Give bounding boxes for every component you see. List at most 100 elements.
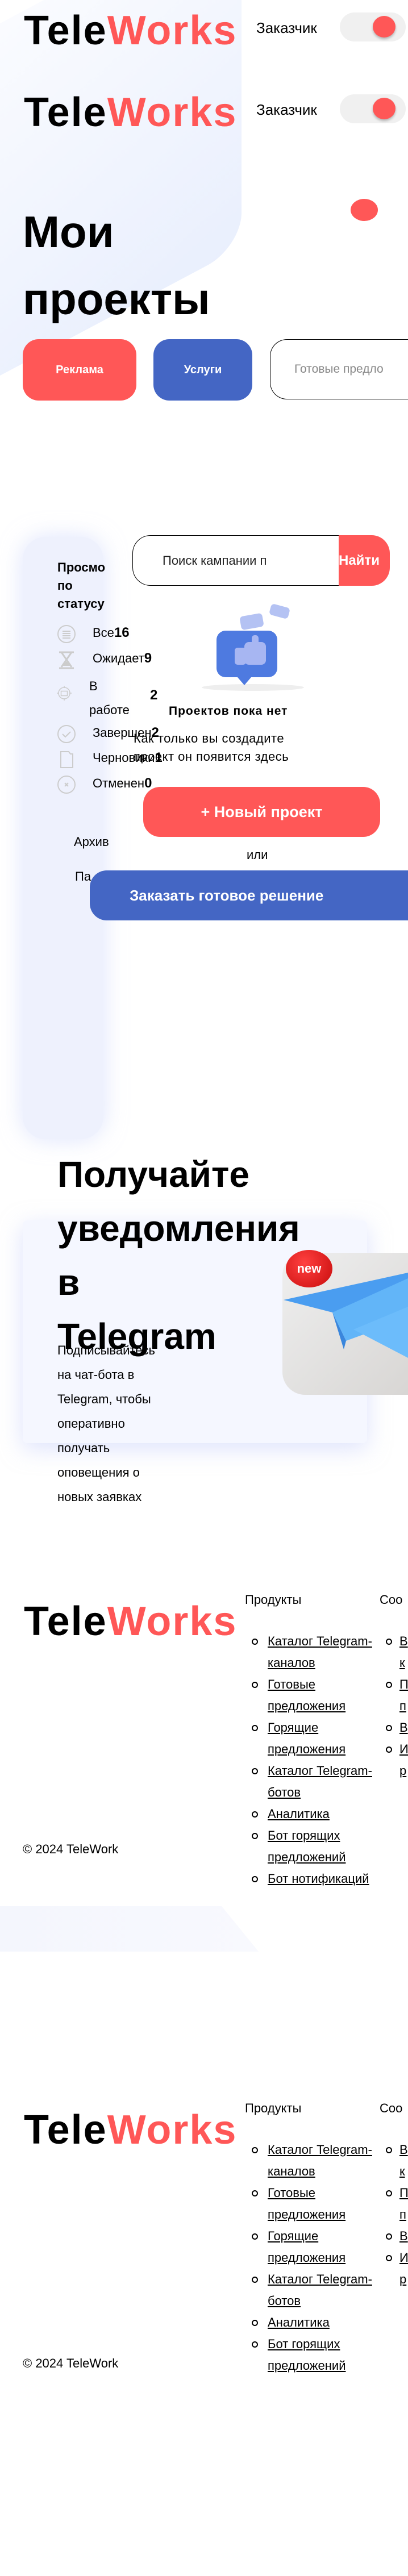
logo[interactable]: TeleWorks (24, 10, 237, 51)
text-line: Подписывайтесь (57, 1343, 155, 1357)
footer-link[interactable]: Бот горящих предложений (268, 1828, 346, 1864)
logo-part2: Works (107, 90, 238, 135)
tab-services[interactable]: Услуги (153, 339, 252, 401)
empty-state-text-line: Как только вы создадите (134, 731, 285, 745)
footer-link[interactable]: п (399, 2207, 406, 2221)
footer-link[interactable]: И (399, 2250, 408, 2265)
empty-state-title: Проектов пока нет (169, 705, 288, 718)
footer-link[interactable]: В (399, 1720, 408, 1735)
status-label: В (89, 679, 98, 693)
logo[interactable]: TeleWorks (24, 92, 237, 133)
footer-logo[interactable]: TeleWorks (24, 2110, 237, 2150)
status-label: Ожидает (93, 651, 144, 665)
status-item-waiting[interactable]: Ожидает9 (93, 651, 152, 666)
footer-link[interactable]: П (399, 2186, 408, 2200)
sidebar-title-line: Просмо (57, 560, 106, 574)
footer-link[interactable]: п (399, 1699, 406, 1713)
list-item: Вк (386, 2139, 408, 2182)
status-item-all[interactable]: Все16 (93, 625, 130, 641)
new-badge: new (286, 1250, 332, 1287)
search-input[interactable]: Поиск кампании п (132, 535, 339, 586)
search-button[interactable]: Найти (339, 535, 390, 586)
footer-link[interactable]: И (399, 1742, 408, 1756)
logo-part1: Tele (24, 2107, 107, 2153)
sidebar-partial-link[interactable]: Па (75, 869, 91, 884)
footer-link[interactable]: Каталог Telegram-ботов (268, 2272, 372, 2308)
list-item: В (386, 2225, 408, 2247)
footer-products-list: Каталог Telegram-каналов Готовые предлож… (252, 2139, 380, 2377)
footer-link[interactable]: Аналитика (268, 2315, 330, 2329)
footer-col2-title: Соо (380, 2101, 403, 2115)
logo-part1: Tele (24, 1599, 107, 1644)
page-title-line: проекты (23, 274, 210, 324)
order-solution-button[interactable]: Заказать готовое решение (90, 870, 408, 920)
list-item: Аналитика (252, 2312, 380, 2333)
role-label: Заказчик (256, 19, 317, 36)
status-label: Отменен (93, 776, 145, 790)
tab-ads[interactable]: Реклама (23, 339, 136, 401)
footer-col2-list: Вк Пп В Ир (386, 2139, 408, 2290)
telegram-heading: Получайте уведомления в Telegram (57, 1148, 300, 1364)
footer-link[interactable]: Аналитика (268, 1807, 330, 1821)
text-line: оперативно (57, 1416, 125, 1431)
list-item: Горящие предложения (252, 2225, 380, 2269)
footer-link[interactable]: Горящие предложения (268, 1720, 345, 1756)
list-item: Бот горящих предложений (252, 2333, 380, 2377)
footer-link[interactable]: Каталог Telegram-ботов (268, 1764, 372, 1799)
heading-line: в (57, 1262, 80, 1303)
status-item-in-progress[interactable]: Вработе (89, 674, 130, 722)
list-item: Бот нотификаций (252, 1868, 380, 1890)
copyright: © 2024 TeleWork (23, 2356, 119, 2370)
list-item: В (386, 1717, 408, 1739)
empty-state-text-line: проект он появится здесь (134, 749, 289, 764)
footer-col2-title: Соо (380, 1593, 403, 1607)
page-title: Мои проекты (23, 198, 210, 332)
text-line: получать (57, 1441, 110, 1455)
sidebar-title-line: по (57, 578, 73, 593)
footer-link[interactable]: р (399, 1764, 406, 1778)
new-project-button[interactable]: + Новый проект (143, 787, 380, 837)
paper-plane-icon (284, 1273, 408, 1358)
footer-logo[interactable]: TeleWorks (24, 1601, 237, 1642)
text-line: на чат-бота в (57, 1368, 135, 1382)
footer-link[interactable]: к (399, 2164, 405, 2178)
x-circle-icon (57, 776, 76, 794)
list-icon (57, 625, 76, 643)
footer-link[interactable]: Бот нотификаций (268, 1871, 369, 1886)
footer-link[interactable]: Готовые предложения (268, 1677, 345, 1713)
status-count: 0 (144, 776, 152, 791)
status-item-cancelled[interactable]: Отменен0 (93, 776, 152, 791)
list-item: Пп (386, 1674, 408, 1717)
footer-link[interactable]: В (399, 2143, 408, 2157)
footer-link[interactable]: Готовые предложения (268, 2186, 345, 2221)
text-line: новых заявках (57, 1490, 142, 1504)
footer-link[interactable]: Горящие предложения (268, 2229, 345, 2265)
list-item: Каталог Telegram-каналов (252, 2139, 380, 2182)
role-toggle[interactable] (340, 94, 406, 123)
list-item: Каталог Telegram-ботов (252, 1760, 380, 1803)
status-count: 9 (144, 651, 152, 666)
list-item: Каталог Telegram-каналов (252, 1631, 380, 1674)
list-item: Аналитика (252, 1803, 380, 1825)
footer-col2-list: Вк Пп В Ир (386, 1631, 408, 1782)
footer-link[interactable]: В (399, 2229, 408, 2243)
role-toggle[interactable] (340, 12, 406, 41)
footer-link[interactable]: Каталог Telegram-каналов (268, 2143, 372, 2178)
sidebar-archive-link[interactable]: Архив (74, 835, 109, 849)
footer-link[interactable]: В (399, 1634, 408, 1648)
footer-link[interactable]: П (399, 1677, 408, 1691)
list-item: Пп (386, 2182, 408, 2225)
status-label: Все (93, 626, 114, 640)
footer-link[interactable]: р (399, 2272, 406, 2286)
footer-link[interactable]: к (399, 1656, 405, 1670)
footer-link[interactable]: Каталог Telegram-каналов (268, 1634, 372, 1670)
list-item: Каталог Telegram-ботов (252, 2269, 380, 2312)
text-line: Telegram, чтобы (57, 1392, 151, 1406)
status-label: работе (89, 703, 130, 717)
footer-link[interactable]: Бот горящих предложений (268, 2337, 346, 2373)
thumbs-up-illustration (202, 604, 304, 691)
status-count: 16 (114, 625, 130, 640)
footer-products-title: Продукты (245, 1593, 302, 1607)
tab-ready-offers[interactable]: Готовые предло (270, 339, 408, 399)
text-line: оповещения о (57, 1465, 140, 1479)
